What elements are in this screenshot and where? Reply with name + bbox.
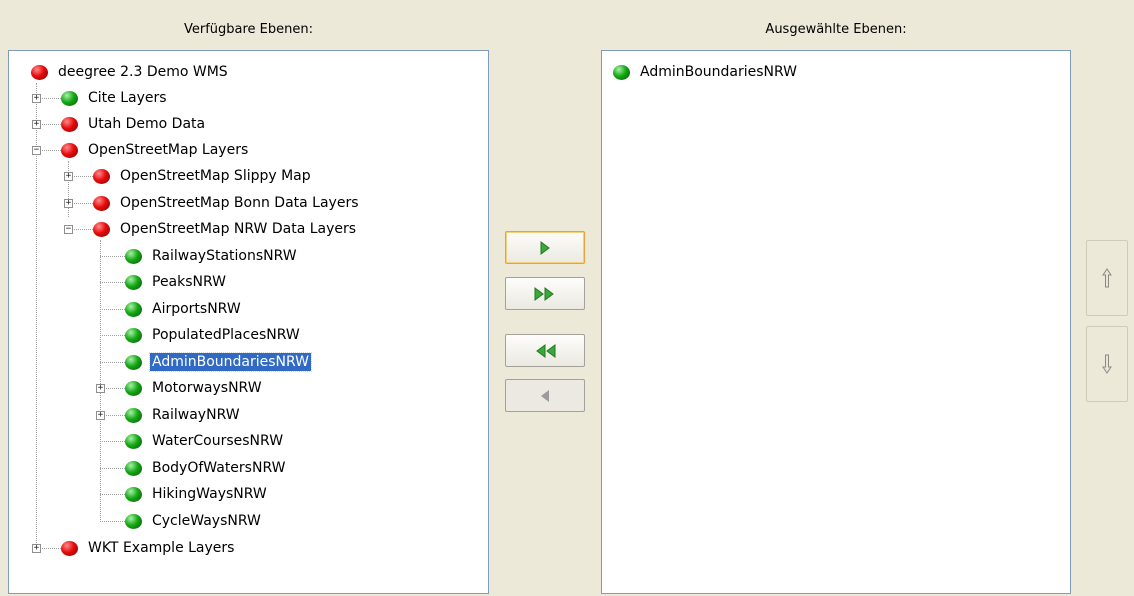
tree-node-label: WaterCoursesNRW [152, 433, 284, 449]
tree-connector [100, 441, 125, 442]
add-layer-button[interactable] [505, 231, 585, 264]
expand-toggle[interactable]: + [32, 94, 41, 103]
tree-connector [100, 282, 125, 283]
tree-leaf[interactable]: CycleWaysNRW [125, 509, 263, 533]
status-green-icon [125, 354, 142, 370]
selected-layers-heading: Ausgewählte Ebenen: [765, 22, 907, 37]
status-green-icon [125, 301, 142, 317]
tree-node-wkt[interactable]: WKT Example Layers [61, 536, 236, 560]
tree-connector [100, 256, 125, 257]
double-arrow-left-icon [536, 343, 556, 358]
tree-node-railway[interactable]: RailwayNRW [125, 403, 242, 427]
status-red-icon [31, 64, 48, 80]
tree-node-label: Cite Layers [88, 90, 167, 106]
tree-node-osm-bonn[interactable]: OpenStreetMap Bonn Data Layers [93, 191, 361, 215]
expand-toggle[interactable]: + [96, 411, 105, 420]
tree-node-label: Utah Demo Data [88, 116, 206, 132]
status-green-icon [613, 64, 630, 80]
status-green-icon [61, 90, 78, 106]
tree-node-osm-nrw[interactable]: OpenStreetMap NRW Data Layers [93, 217, 358, 241]
tree-leaf[interactable]: BodyOfWatersNRW [125, 456, 287, 480]
status-green-icon [125, 248, 142, 264]
status-green-icon [125, 407, 142, 423]
arrow-down-icon [1102, 354, 1112, 374]
tree-node-osm-slippy[interactable]: OpenStreetMap Slippy Map [93, 164, 313, 188]
status-green-icon [125, 380, 142, 396]
expand-toggle[interactable]: + [64, 172, 73, 181]
tree-node-label: OpenStreetMap NRW Data Layers [120, 221, 357, 237]
status-red-icon [93, 195, 110, 211]
remove-all-layers-button[interactable] [505, 334, 585, 367]
available-layers-heading: Verfügbare Ebenen: [183, 22, 314, 37]
status-green-icon [125, 513, 142, 529]
tree-node-label: OpenStreetMap Bonn Data Layers [120, 195, 359, 211]
tree-node-label: RailwayStationsNRW [152, 248, 297, 264]
status-red-icon [61, 142, 78, 158]
tree-node-motorways[interactable]: MotorwaysNRW [125, 376, 264, 400]
expand-toggle[interactable]: + [32, 544, 41, 553]
status-green-icon [125, 486, 142, 502]
move-up-button[interactable] [1086, 240, 1128, 316]
selected-layers-list[interactable]: AdminBoundariesNRW [601, 50, 1071, 594]
tree-connector [100, 494, 125, 495]
tree-connector [100, 521, 125, 522]
status-green-icon [125, 433, 142, 449]
tree-leaf[interactable]: HikingWaysNRW [125, 482, 269, 506]
tree-node-label: WKT Example Layers [88, 540, 235, 556]
tree-node-root[interactable]: deegree 2.3 Demo WMS [31, 60, 230, 84]
remove-layer-button[interactable] [505, 379, 585, 412]
tree-connector [100, 335, 125, 336]
status-red-icon [61, 116, 78, 132]
tree-node-label: OpenStreetMap Slippy Map [120, 168, 311, 184]
collapse-toggle[interactable]: − [32, 146, 41, 155]
tree-node-cite-layers[interactable]: Cite Layers [61, 86, 169, 110]
collapse-toggle[interactable]: − [64, 225, 73, 234]
move-down-button[interactable] [1086, 326, 1128, 402]
arrow-up-icon [1102, 268, 1112, 288]
arrow-left-icon [541, 389, 549, 402]
tree-connector [68, 161, 69, 217]
tree-node-label: deegree 2.3 Demo WMS [58, 64, 228, 80]
tree-node-label: HikingWaysNRW [152, 486, 267, 502]
tree-leaf[interactable]: PopulatedPlacesNRW [125, 323, 302, 347]
tree-connector [100, 468, 125, 469]
status-red-icon [93, 168, 110, 184]
tree-node-label: RailwayNRW [152, 407, 240, 423]
tree-node-label: PeaksNRW [152, 274, 227, 290]
tree-leaf[interactable]: RailwayStationsNRW [125, 244, 299, 268]
tree-leaf-selected[interactable]: AdminBoundariesNRW [125, 350, 313, 374]
tree-node-label: CycleWaysNRW [152, 513, 261, 529]
add-all-layers-button[interactable] [505, 277, 585, 310]
tree-node-label: AdminBoundariesNRW [148, 352, 313, 372]
tree-leaf[interactable]: PeaksNRW [125, 270, 228, 294]
tree-leaf[interactable]: AirportsNRW [125, 297, 243, 321]
status-red-icon [61, 540, 78, 556]
list-item-label: AdminBoundariesNRW [640, 64, 798, 80]
tree-node-label: PopulatedPlacesNRW [152, 327, 300, 343]
arrow-right-icon [540, 240, 550, 255]
tree-connector [100, 362, 125, 363]
tree-node-utah[interactable]: Utah Demo Data [61, 112, 207, 136]
tree-leaf[interactable]: WaterCoursesNRW [125, 429, 285, 453]
tree-node-label: AirportsNRW [152, 301, 241, 317]
tree-connector [100, 309, 125, 310]
tree-node-osm-layers[interactable]: OpenStreetMap Layers [61, 138, 250, 162]
status-red-icon [93, 221, 110, 237]
status-green-icon [125, 460, 142, 476]
tree-node-label: OpenStreetMap Layers [88, 142, 249, 158]
tree-node-label: MotorwaysNRW [152, 380, 262, 396]
expand-toggle[interactable]: + [96, 384, 105, 393]
double-arrow-right-icon [534, 286, 554, 301]
available-layers-tree[interactable]: + + − + + − + + + deegree 2.3 Demo WMS C… [8, 50, 489, 594]
expand-toggle[interactable]: + [64, 199, 73, 208]
selected-list-item[interactable]: AdminBoundariesNRW [613, 60, 799, 84]
status-green-icon [125, 327, 142, 343]
expand-toggle[interactable]: + [32, 120, 41, 129]
status-green-icon [125, 274, 142, 290]
tree-node-label: BodyOfWatersNRW [152, 460, 286, 476]
